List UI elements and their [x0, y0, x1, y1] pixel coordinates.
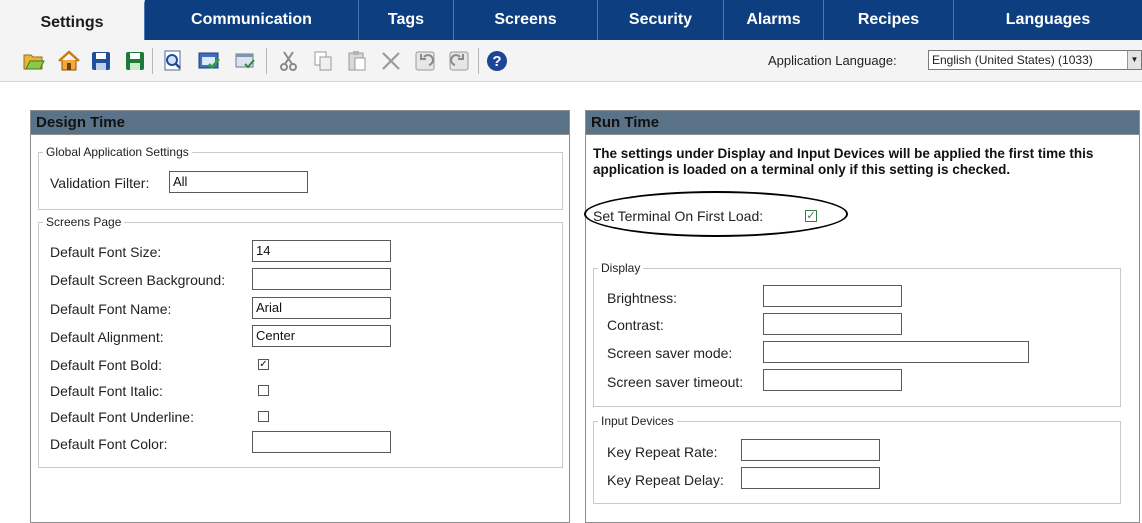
main-tab-bar: Settings Communication Tags Screens Secu…	[0, 0, 1142, 41]
default-font-size-input[interactable]: 14	[252, 240, 391, 262]
run-time-note: The settings under Display and Input Dev…	[593, 146, 1094, 177]
default-font-underline-label: Default Font Underline:	[50, 409, 194, 425]
default-font-underline-checkbox[interactable]	[258, 411, 269, 422]
default-screen-background-label: Default Screen Background:	[50, 272, 226, 288]
tab-tags[interactable]: Tags	[359, 0, 454, 40]
application-language-select[interactable]: English (United States) (1033) ▼	[928, 50, 1142, 70]
key-repeat-rate-label: Key Repeat Rate:	[607, 444, 718, 460]
validation-filter-label: Validation Filter:	[50, 175, 150, 191]
open-icon[interactable]	[20, 48, 46, 74]
screen-saver-mode-label: Screen saver mode:	[607, 345, 733, 361]
highlight-ellipse	[584, 191, 848, 237]
design-time-header: Design Time	[31, 111, 569, 135]
default-screen-background-input[interactable]	[252, 268, 391, 290]
design-time-panel: Design Time Global Application Settings …	[30, 110, 570, 523]
tab-screens[interactable]: Screens	[454, 0, 598, 40]
validate-icon[interactable]	[196, 48, 222, 74]
default-font-color-label: Default Font Color:	[50, 436, 168, 452]
save-as-icon[interactable]	[122, 48, 148, 74]
screen-saver-timeout-input[interactable]	[763, 369, 902, 391]
contrast-label: Contrast:	[607, 317, 664, 333]
default-font-bold-checkbox[interactable]: ✓	[258, 359, 269, 370]
input-devices-legend: Input Devices	[601, 414, 674, 428]
tab-security[interactable]: Security	[598, 0, 724, 40]
default-font-italic-label: Default Font Italic:	[50, 383, 163, 399]
default-font-color-input[interactable]	[252, 431, 391, 453]
screen-saver-timeout-label: Screen saver timeout:	[607, 374, 744, 390]
tab-communication[interactable]: Communication	[145, 0, 359, 40]
cut-icon[interactable]	[276, 48, 302, 74]
toolbar-separator	[152, 48, 153, 74]
global-application-settings-legend: Global Application Settings	[46, 145, 189, 159]
default-alignment-input[interactable]: Center	[252, 325, 391, 347]
toolbar-separator	[266, 48, 267, 74]
application-language-label: Application Language:	[768, 53, 897, 68]
default-font-name-label: Default Font Name:	[50, 301, 172, 317]
tab-languages[interactable]: Languages	[954, 0, 1142, 40]
tab-recipes[interactable]: Recipes	[824, 0, 954, 40]
default-font-name-input[interactable]: Arial	[252, 297, 391, 319]
brightness-input[interactable]	[763, 285, 902, 307]
tab-settings[interactable]: Settings	[0, 0, 145, 41]
screens-page-legend: Screens Page	[46, 215, 122, 229]
save-icon[interactable]	[88, 48, 114, 74]
default-font-bold-label: Default Font Bold:	[50, 357, 163, 373]
application-language-value: English (United States) (1033)	[932, 53, 1093, 67]
tab-alarms[interactable]: Alarms	[724, 0, 824, 40]
default-font-italic-checkbox[interactable]	[258, 385, 269, 396]
key-repeat-delay-label: Key Repeat Delay:	[607, 472, 724, 488]
run-time-header: Run Time	[586, 111, 1139, 135]
display-legend: Display	[601, 261, 641, 275]
help-icon[interactable]: ?	[484, 48, 510, 74]
default-font-size-label: Default Font Size:	[50, 244, 162, 260]
delete-icon[interactable]	[378, 48, 404, 74]
home-icon[interactable]	[56, 48, 82, 74]
key-repeat-rate-input[interactable]	[741, 439, 880, 461]
find-icon[interactable]	[160, 48, 186, 74]
toolbar-separator	[478, 48, 479, 74]
chevron-down-icon[interactable]: ▼	[1127, 51, 1141, 69]
run-time-panel: Run Time The settings under Display and …	[585, 110, 1140, 523]
redo-icon[interactable]	[446, 48, 472, 74]
key-repeat-delay-input[interactable]	[741, 467, 880, 489]
properties-icon[interactable]	[232, 48, 258, 74]
contrast-input[interactable]	[763, 313, 902, 335]
copy-icon[interactable]	[310, 48, 336, 74]
validation-filter-input[interactable]: All	[169, 171, 308, 193]
default-alignment-label: Default Alignment:	[50, 329, 164, 345]
brightness-label: Brightness:	[607, 290, 678, 306]
toolbar: ? Application Language: English (United …	[0, 40, 1142, 82]
paste-icon[interactable]	[344, 48, 370, 74]
undo-icon[interactable]	[412, 48, 438, 74]
svg-text:?: ?	[492, 53, 501, 70]
screen-saver-mode-input[interactable]	[763, 341, 1029, 363]
